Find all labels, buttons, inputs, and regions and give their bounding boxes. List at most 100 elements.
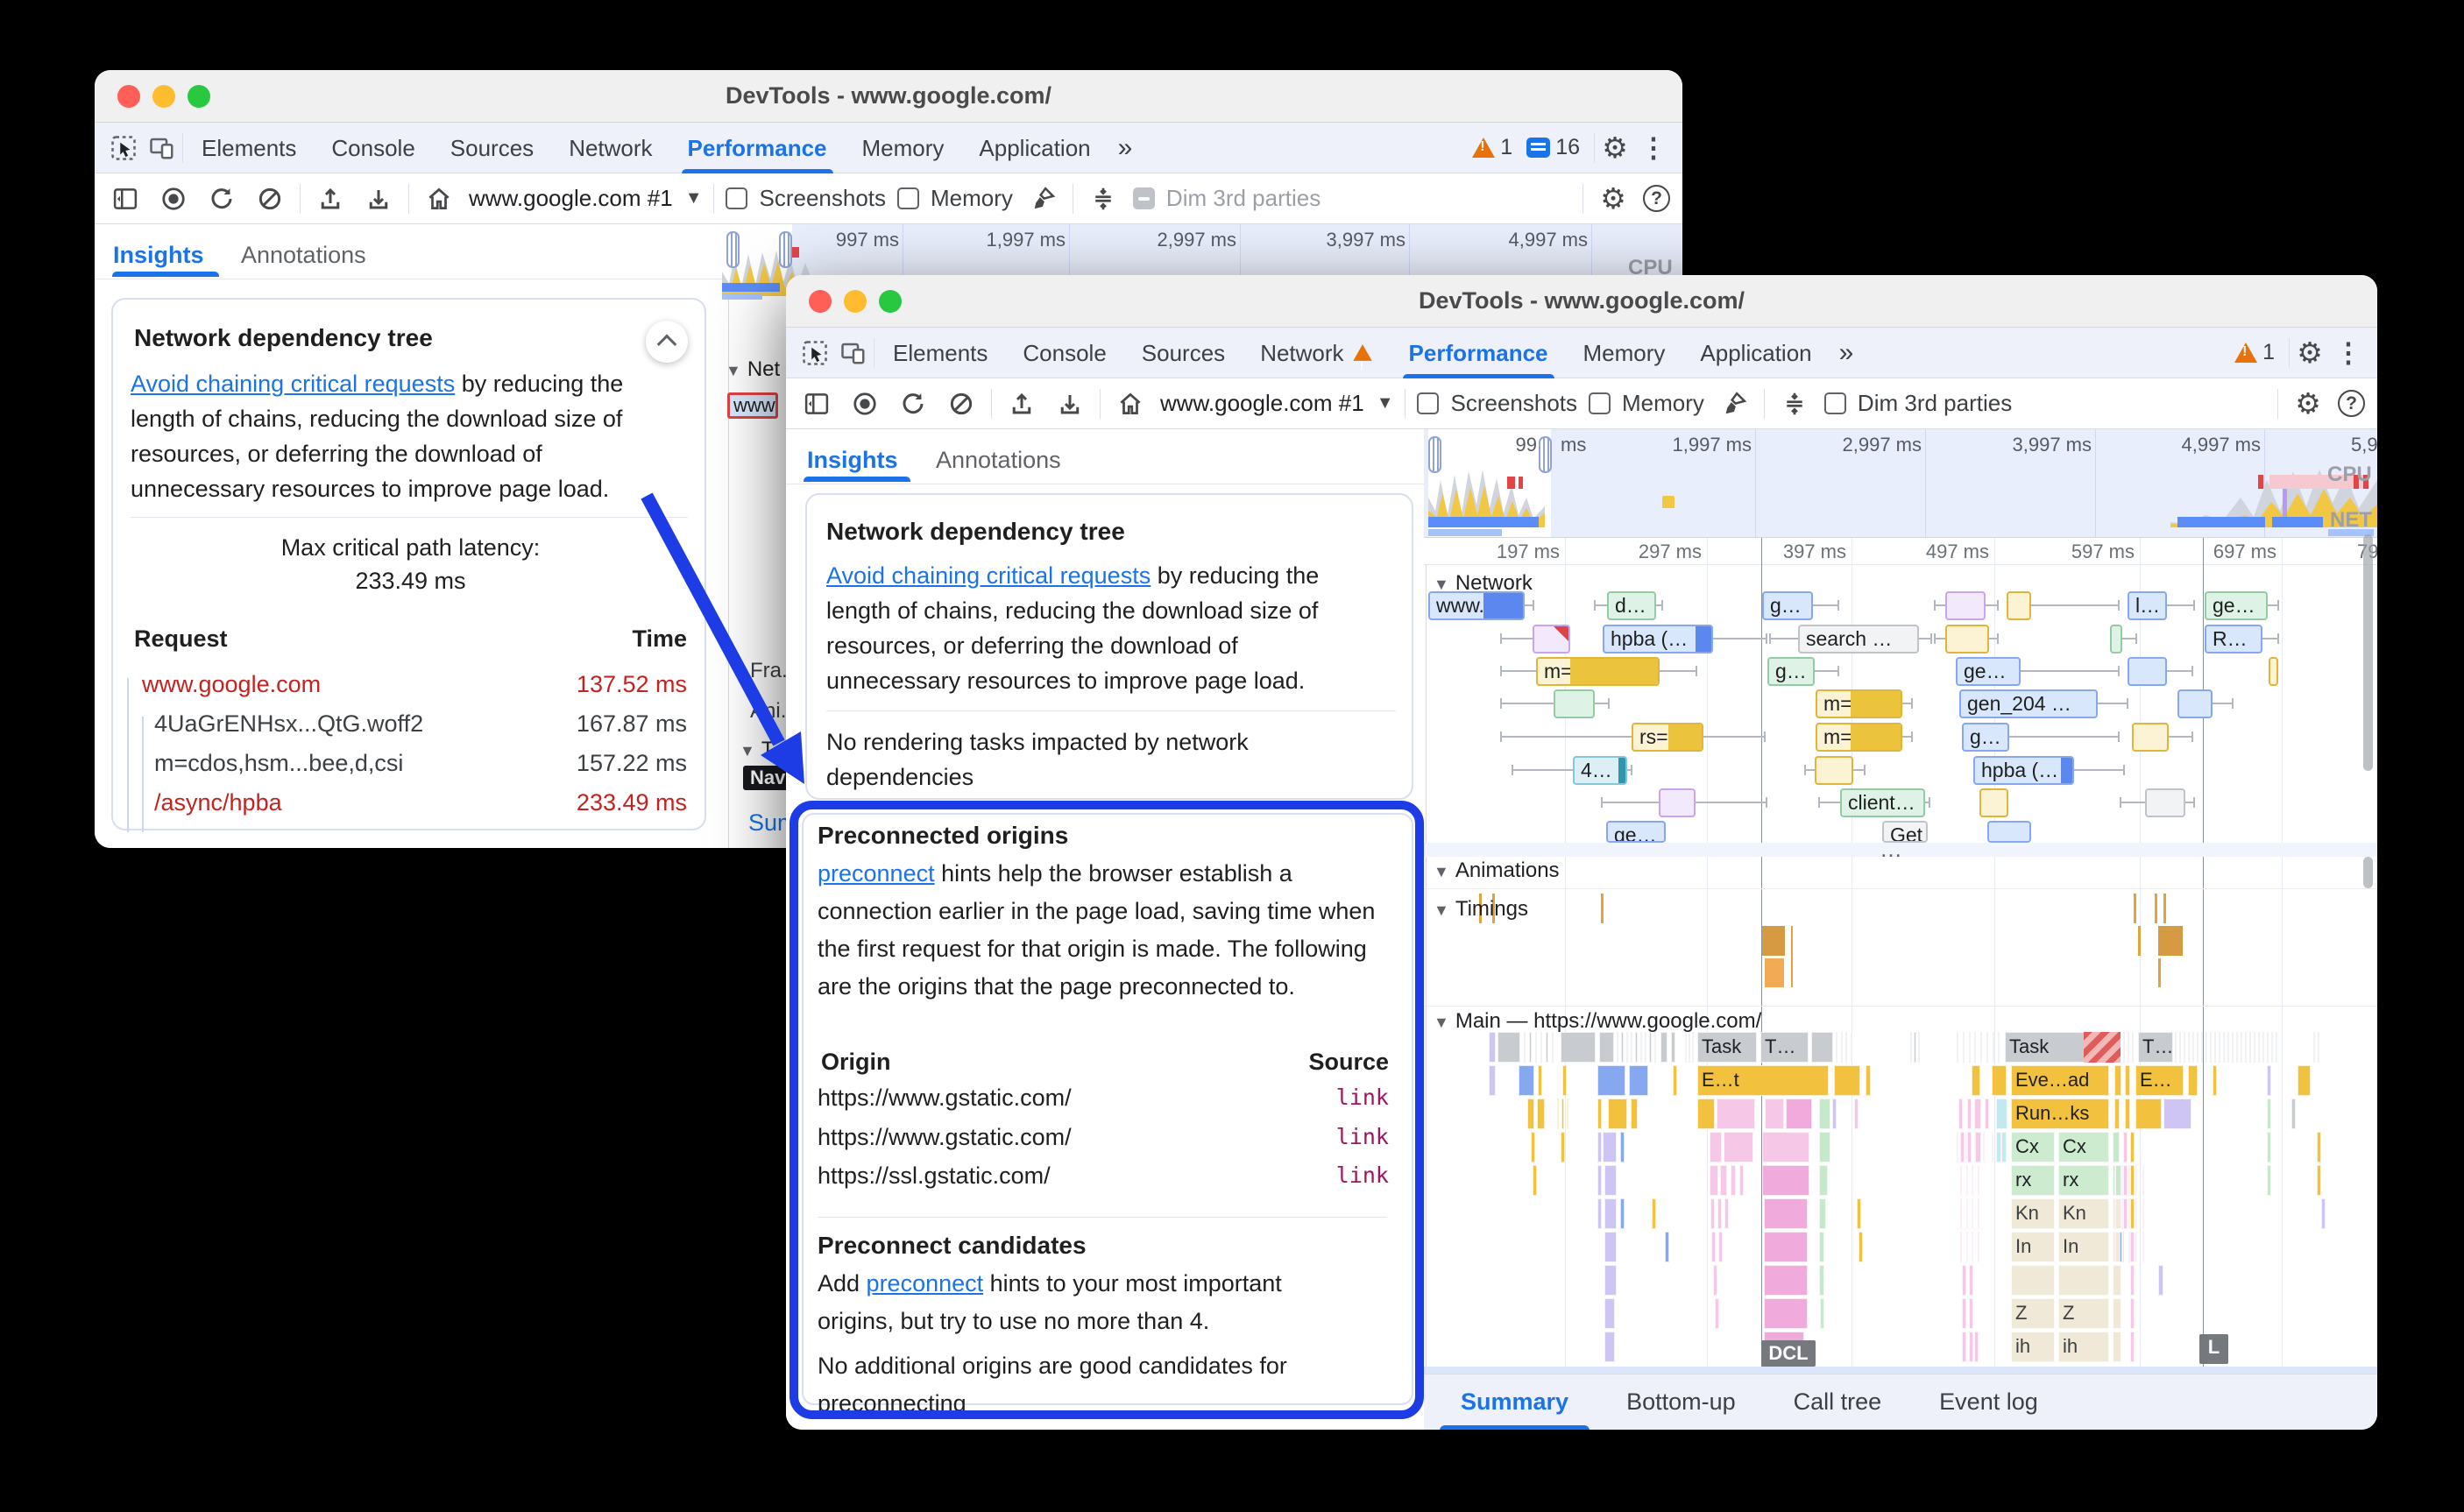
flame-block[interactable] — [1765, 1099, 1784, 1129]
request-row[interactable]: www.google.com137.52 ms — [113, 671, 708, 701]
network-request-box[interactable] — [2128, 657, 2167, 686]
tab-elements[interactable]: Elements — [185, 123, 313, 173]
flame-block[interactable]: T… — [1760, 1032, 1809, 1063]
tab-console[interactable]: Console — [315, 123, 431, 173]
network-request-box[interactable]: g… — [1962, 723, 2009, 752]
overview-drag-handle[interactable] — [1539, 436, 1552, 473]
flame-block[interactable] — [1498, 1032, 1520, 1063]
minimize-window-button[interactable] — [844, 290, 867, 313]
selected-request-box[interactable]: www — [727, 392, 778, 419]
flame-block[interactable] — [1561, 1032, 1596, 1063]
network-request-box[interactable]: hpba (… — [1973, 756, 2074, 785]
flame-block[interactable] — [1715, 1298, 1719, 1329]
network-request-box[interactable]: gen_204 … — [1959, 689, 2098, 718]
flame-block[interactable]: T… — [2138, 1032, 2173, 1063]
network-request-box[interactable] — [2177, 689, 2213, 718]
warning-badge[interactable]: 1 — [1472, 135, 1512, 160]
upload-profile-icon[interactable] — [312, 180, 349, 217]
flame-block[interactable] — [2130, 1332, 2135, 1362]
flame-block[interactable] — [1764, 1265, 1808, 1296]
flame-block[interactable] — [1561, 1132, 1565, 1162]
toggle-panel-icon[interactable] — [107, 180, 144, 217]
settings-gear-icon[interactable]: ⚙ — [2290, 385, 2326, 422]
flame-block[interactable] — [1604, 1165, 1617, 1196]
flame-block[interactable] — [1764, 1232, 1808, 1262]
flame-block[interactable] — [2058, 1265, 2109, 1296]
record-icon[interactable] — [155, 180, 192, 217]
help-icon[interactable]: ? — [1643, 185, 1670, 212]
network-request-box[interactable] — [2110, 625, 2122, 654]
flame-block[interactable] — [1962, 1298, 1966, 1329]
minimize-window-button[interactable] — [152, 85, 175, 108]
tab-sources[interactable]: Sources — [434, 123, 550, 173]
flame-block[interactable] — [1629, 1065, 1648, 1096]
flame-block[interactable] — [1969, 1265, 1973, 1296]
flame-block[interactable] — [1718, 1232, 1723, 1262]
bottom-tab-bottom-up[interactable]: Bottom-up — [1619, 1374, 1743, 1431]
flame-block[interactable] — [1533, 1165, 1537, 1196]
flame-block[interactable] — [1597, 1099, 1602, 1129]
overview-drag-handle[interactable] — [726, 231, 740, 268]
memory-checkbox[interactable] — [897, 187, 919, 209]
flame-block[interactable] — [1717, 1198, 1722, 1229]
network-request-box[interactable] — [1945, 591, 1986, 620]
close-window-button[interactable] — [809, 290, 832, 313]
settings-gear-icon[interactable]: ⚙ — [1597, 130, 1633, 166]
flame-block[interactable] — [1604, 1265, 1617, 1296]
settings-gear-icon[interactable]: ⚙ — [1595, 180, 1632, 217]
network-request-box[interactable] — [1979, 788, 2008, 817]
flame-block[interactable] — [1671, 1032, 1675, 1063]
flame-block[interactable] — [1717, 1099, 1755, 1129]
collapse-chevron-icon[interactable] — [646, 321, 688, 363]
flame-block[interactable]: E…t — [1697, 1065, 1829, 1096]
flame-block[interactable]: Cx — [2058, 1132, 2109, 1162]
messages-badge[interactable]: 16 — [1526, 135, 1580, 160]
download-profile-icon[interactable] — [1051, 385, 1088, 422]
network-request-box[interactable]: ge… — [2205, 591, 2268, 620]
flame-block[interactable] — [1537, 1099, 1545, 1129]
flame-block[interactable] — [1673, 1065, 1677, 1096]
flame-block[interactable] — [2130, 1265, 2135, 1296]
flame-block[interactable] — [1597, 1165, 1602, 1196]
origin-row[interactable]: https://www.gstatic.com/link — [804, 1085, 1415, 1114]
flame-block[interactable] — [1996, 1099, 2007, 1129]
flame-block[interactable] — [1489, 1065, 1496, 1096]
flame-block[interactable] — [1819, 1198, 1826, 1229]
target-page-select[interactable]: www.google.com #1▼ — [469, 185, 702, 212]
network-request-box[interactable]: client… — [1840, 788, 1925, 817]
network-request-box[interactable]: R… — [2205, 625, 2262, 654]
flame-block[interactable] — [1527, 1099, 1534, 1129]
zoom-window-button[interactable] — [879, 290, 902, 313]
flame-block[interactable]: Task — [1697, 1032, 1757, 1063]
main-track-header[interactable]: ▼Main — https://www.google.com/ — [1434, 1009, 1761, 1034]
flame-block[interactable] — [1859, 1232, 1863, 1262]
flame-block[interactable] — [2317, 1132, 2321, 1162]
flame-block[interactable]: ih — [2011, 1332, 2055, 1362]
upload-profile-icon[interactable] — [1003, 385, 1040, 422]
network-request-box[interactable] — [2269, 657, 2278, 686]
network-request-box[interactable]: g… — [1767, 657, 1815, 686]
flame-block[interactable] — [1960, 1132, 1965, 1162]
network-request-box[interactable] — [1815, 756, 1853, 785]
flame-block[interactable] — [1631, 1099, 1638, 1129]
flame-block[interactable] — [1820, 1298, 1824, 1329]
kebab-menu-icon[interactable]: ⋮ — [2330, 335, 2367, 371]
flame-block[interactable] — [2130, 1132, 2135, 1162]
dim-3rd-parties-checkbox[interactable] — [1133, 187, 1155, 209]
flame-block[interactable] — [1962, 1265, 1966, 1296]
network-request-box[interactable]: l… — [2128, 591, 2167, 620]
flame-block[interactable] — [1762, 1132, 1809, 1162]
tab-performance[interactable]: Performance — [1392, 328, 1565, 378]
timing-bar[interactable] — [1765, 958, 1784, 987]
timing-bar[interactable] — [1791, 926, 1793, 987]
flame-block[interactable] — [1660, 1032, 1667, 1063]
flame-block[interactable] — [1603, 1132, 1617, 1162]
request-row[interactable]: m=cdos,hsm...bee,d,csi157.22 ms — [113, 750, 708, 780]
flame-block[interactable] — [1762, 1165, 1809, 1196]
gc-brush-icon[interactable] — [1024, 180, 1061, 217]
gc-brush-icon[interactable] — [1716, 385, 1752, 422]
timings-track-header[interactable]: ▼Timings — [1434, 897, 1528, 922]
flame-block[interactable] — [2213, 1065, 2217, 1096]
flame-block[interactable] — [1665, 1232, 1669, 1262]
network-request-box[interactable]: m=s… — [1816, 689, 1902, 718]
